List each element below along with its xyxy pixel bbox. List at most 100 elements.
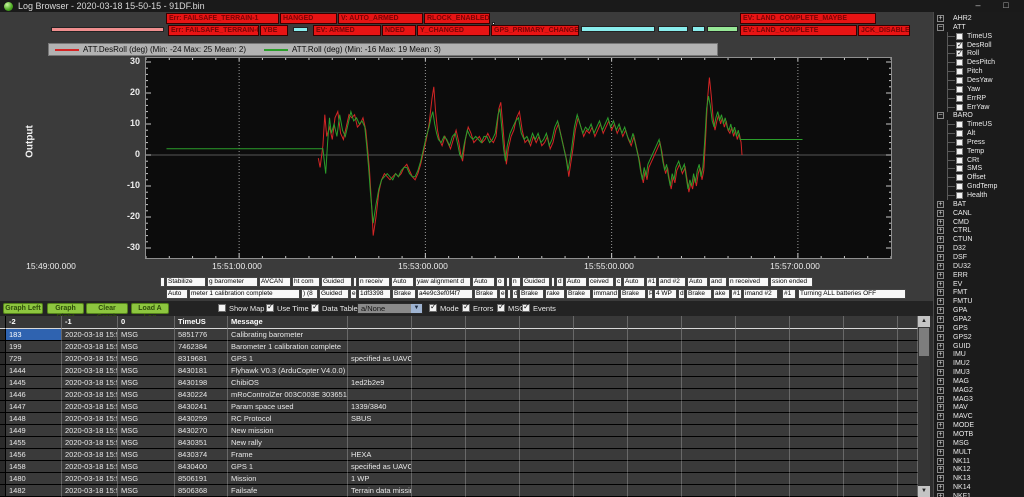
table-cell[interactable]: MSG [118,365,175,377]
tree-field-yaw[interactable]: Yaw [934,84,1024,94]
tree-group-canl[interactable]: + CANL [934,209,1024,218]
table-cell[interactable] [790,413,844,425]
table-cell[interactable]: MSG [118,389,175,401]
table-cell[interactable] [628,461,682,473]
table-cell[interactable]: GPS 1 [228,461,348,473]
table-cell[interactable] [412,473,466,485]
table-cell[interactable] [412,425,466,437]
table-cell[interactable] [844,353,898,365]
expand-icon[interactable]: + [937,448,944,456]
table-cell[interactable] [736,425,790,437]
table-cell[interactable]: MSG [118,401,175,413]
tree-group-nkf1[interactable]: + NKF1 [934,492,1024,497]
table-cell[interactable] [520,365,574,377]
tree-checkbox[interactable] [956,59,963,67]
table-cell[interactable] [574,365,628,377]
table-cell[interactable]: 2020-03-18 15:5... [62,461,118,473]
table-cell[interactable] [466,341,520,353]
tree-group-gps[interactable]: + GPS [934,324,1024,333]
table-cell[interactable] [574,413,628,425]
table-cell[interactable] [412,449,466,461]
table-cell[interactable]: 1455 [6,437,62,449]
table-cell[interactable]: 1ed2b2e9 [348,377,412,389]
table-cell[interactable]: 1 WP [348,473,412,485]
table-cell[interactable]: 2020-03-18 15:5... [62,389,118,401]
table-cell[interactable] [844,365,898,377]
table-cell[interactable] [844,461,898,473]
table-cell[interactable] [628,437,682,449]
checkbox-errors[interactable]: ✓ [462,303,470,312]
expand-icon[interactable]: + [937,377,944,385]
table-cell[interactable]: 199 [6,341,62,353]
table-cell[interactable] [736,461,790,473]
table-cell[interactable] [844,425,898,437]
tree-field-health[interactable]: Health [934,191,1024,200]
table-cell[interactable] [898,353,918,365]
table-cell[interactable]: 2020-03-18 15:5... [62,425,118,437]
expand-icon[interactable]: + [937,484,944,492]
table-cell[interactable] [466,473,520,485]
table-cell[interactable]: MSG [118,413,175,425]
table-cell[interactable]: 1448 [6,413,62,425]
table-cell[interactable]: 8430224 [175,389,228,401]
table-cell[interactable]: 8430198 [175,377,228,389]
tree-group-mag3[interactable]: + MAG3 [934,395,1024,404]
table-cell[interactable]: 2020-03-18 15:5... [62,365,118,377]
table-cell[interactable] [520,341,574,353]
table-cell[interactable] [466,377,520,389]
minimize-button[interactable]: – [970,0,986,11]
table-cell[interactable] [628,425,682,437]
table-cell[interactable]: 2020-03-18 15:5... [62,401,118,413]
table-cell[interactable]: 183 [6,329,62,341]
tree-checkbox[interactable] [956,130,963,137]
tree-field-alt[interactable]: Alt [934,129,1024,138]
expand-icon[interactable]: + [937,351,944,359]
tree-checkbox[interactable] [956,32,963,40]
table-cell[interactable]: HEXA [348,449,412,461]
scrollbar-thumb[interactable] [919,328,929,356]
table-cell[interactable] [790,401,844,413]
table-cell[interactable]: 8430400 [175,461,228,473]
table-cell[interactable] [520,449,574,461]
table-cell[interactable] [898,329,918,341]
tree-checkbox[interactable] [956,68,963,76]
graph-right-button[interactable]: Graph Right [47,303,84,321]
tree-group-gps2[interactable]: + GPS2 [934,333,1024,342]
expand-icon[interactable]: + [937,457,944,465]
expand-icon[interactable]: + [937,422,944,430]
table-cell[interactable]: ChibiOS [228,377,348,389]
table-cell[interactable] [844,401,898,413]
table-cell[interactable] [628,389,682,401]
table-cell[interactable] [898,413,918,425]
tree-group-mult[interactable]: + MULT [934,448,1024,457]
table-cell[interactable]: Mission [228,473,348,485]
tree-field-pitch[interactable]: Pitch [934,67,1024,77]
table-cell[interactable] [466,485,520,497]
table-cell[interactable] [412,353,466,365]
table-cell[interactable] [466,329,520,341]
table-cell[interactable]: 8430181 [175,365,228,377]
table-cell[interactable] [736,329,790,341]
table-cell[interactable] [790,365,844,377]
table-cell[interactable] [348,329,412,341]
table-cell[interactable]: 2020-03-18 15:5... [62,449,118,461]
table-cell[interactable] [790,377,844,389]
tree-group-mode[interactable]: + MODE [934,421,1024,430]
table-cell[interactable] [628,401,682,413]
table-row[interactable]: 1832020-03-18 15:5...MSG5851776Calibrati… [0,329,918,341]
table-row[interactable]: 14472020-03-18 15:5...MSG8430241Param sp… [0,401,918,413]
table-cell[interactable] [628,473,682,485]
table-cell[interactable] [348,389,412,401]
expand-icon[interactable]: + [937,386,944,394]
table-cell[interactable] [574,377,628,389]
table-cell[interactable]: 8506191 [175,473,228,485]
table-cell[interactable]: 8319681 [175,353,228,365]
table-cell[interactable]: 8430259 [175,413,228,425]
clear-graph-button[interactable]: Clear Graph [86,303,128,321]
table-cell[interactable] [790,389,844,401]
tree-group-nk13[interactable]: + NK13 [934,474,1024,483]
table-cell[interactable] [844,473,898,485]
tree-checkbox[interactable] [956,183,963,191]
table-cell[interactable] [520,437,574,449]
table-cell[interactable] [574,449,628,461]
